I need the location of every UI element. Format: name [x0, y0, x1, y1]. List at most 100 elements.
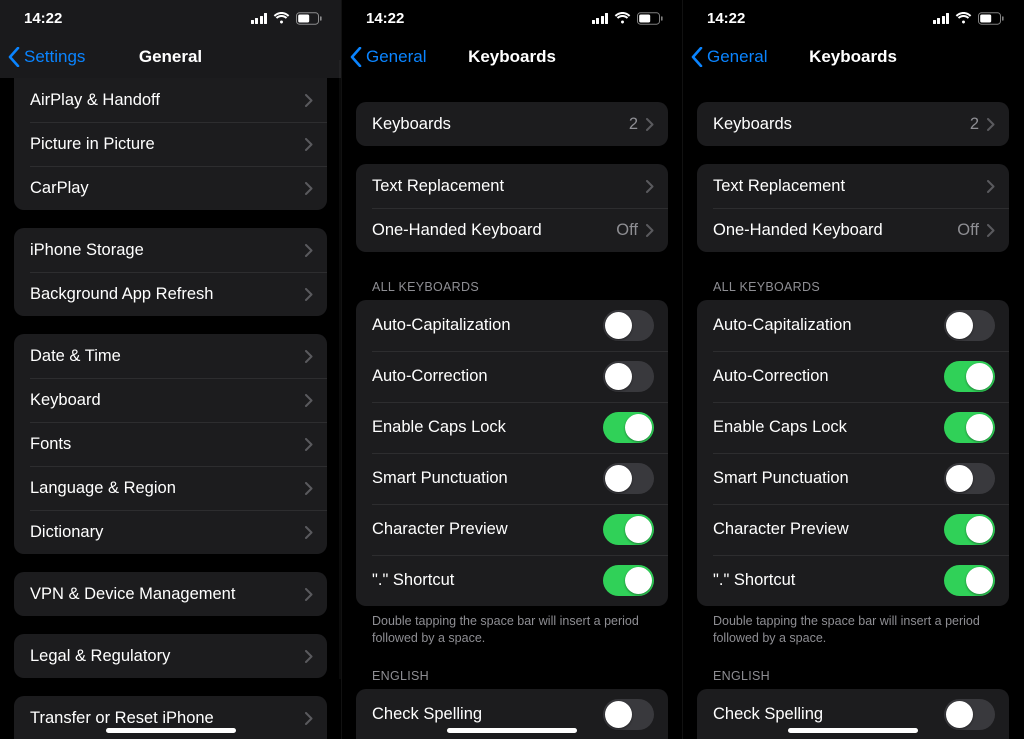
status-bar: 14:22: [683, 0, 1023, 36]
status-icons: [933, 12, 1006, 25]
battery-icon: [637, 12, 664, 25]
screenshot-keyboards-on: 14:22 General Keyboards Keyboards2Text R…: [682, 0, 1023, 739]
toggle-check-spelling[interactable]: [603, 699, 654, 730]
row-label: AirPlay & Handoff: [30, 91, 305, 110]
battery-icon: [296, 12, 323, 25]
back-button[interactable]: General: [691, 36, 767, 78]
row-one-handed-keyboard[interactable]: One-Handed KeyboardOff: [356, 208, 668, 252]
row-label: Auto-Correction: [713, 367, 944, 386]
back-button[interactable]: General: [350, 36, 426, 78]
home-indicator[interactable]: [106, 728, 236, 733]
navbar: General Keyboards: [342, 36, 682, 78]
row-detail: Off: [616, 221, 638, 240]
status-icons: [251, 12, 324, 25]
settings-group: Auto-CapitalizationAuto-CorrectionEnable…: [697, 300, 1009, 606]
toggle-enable-caps-lock[interactable]: [603, 412, 654, 443]
chevron-right-icon: [987, 180, 995, 193]
toggle-shortcut[interactable]: [944, 565, 995, 596]
chevron-right-icon: [305, 394, 313, 407]
row-carplay[interactable]: CarPlay: [14, 166, 327, 210]
row-keyboards[interactable]: Keyboards2: [697, 102, 1009, 146]
settings-group: Text ReplacementOne-Handed KeyboardOff: [356, 164, 668, 252]
chevron-left-icon: [8, 47, 20, 67]
chevron-right-icon: [646, 118, 654, 131]
row-dictionary[interactable]: Dictionary: [14, 510, 327, 554]
row-label: Auto-Correction: [372, 367, 603, 386]
row-enable-caps-lock: Enable Caps Lock: [356, 402, 668, 453]
chevron-right-icon: [305, 350, 313, 363]
settings-group: Keyboards2: [356, 102, 668, 146]
row-label: Enable Caps Lock: [372, 418, 603, 437]
row-keyboards[interactable]: Keyboards2: [356, 102, 668, 146]
navbar: Settings General: [0, 36, 341, 78]
row-auto-capitalization: Auto-Capitalization: [356, 300, 668, 351]
toggle-auto-correction[interactable]: [944, 361, 995, 392]
toggle-character-preview[interactable]: [603, 514, 654, 545]
chevron-right-icon: [305, 244, 313, 257]
toggle-auto-correction[interactable]: [603, 361, 654, 392]
status-time: 14:22: [366, 10, 404, 27]
row-language-region[interactable]: Language & Region: [14, 466, 327, 510]
toggle-auto-capitalization[interactable]: [944, 310, 995, 341]
section-header-all-keyboards: ALL KEYBOARDS: [713, 280, 1009, 294]
row-date-time[interactable]: Date & Time: [14, 334, 327, 378]
toggle-enable-caps-lock[interactable]: [944, 412, 995, 443]
settings-group: Date & Time Keyboard Fonts Language & Regio…: [14, 334, 327, 554]
toggle-auto-capitalization[interactable]: [603, 310, 654, 341]
row-smart-punctuation: Smart Punctuation: [697, 453, 1009, 504]
row-label: Check Spelling: [713, 705, 944, 724]
settings-group: Text ReplacementOne-Handed KeyboardOff: [697, 164, 1009, 252]
scroll-area[interactable]: Keyboards2Text ReplacementOne-Handed Key…: [342, 78, 682, 739]
toggle-shortcut[interactable]: [603, 565, 654, 596]
row-background-app-refresh[interactable]: Background App Refresh: [14, 272, 327, 316]
toggle-character-preview[interactable]: [944, 514, 995, 545]
row-label: One-Handed Keyboard: [372, 221, 616, 240]
row-label: Smart Punctuation: [713, 469, 944, 488]
row-picture-in-picture[interactable]: Picture in Picture: [14, 122, 327, 166]
row-airplay-handoff[interactable]: AirPlay & Handoff: [14, 78, 327, 122]
row-label: Picture in Picture: [30, 135, 305, 154]
scroll-area[interactable]: AirPlay & Handoff Picture in Picture CarPl…: [0, 78, 341, 739]
row-label: "." Shortcut: [713, 571, 944, 590]
back-label: Settings: [24, 47, 85, 67]
row-label: Dictionary: [30, 523, 305, 542]
status-bar: 14:22: [342, 0, 682, 36]
settings-group: Auto-Capitalization Auto-Correction Enable…: [356, 300, 668, 606]
row-label: Keyboard: [30, 391, 305, 410]
row-label: Language & Region: [30, 479, 305, 498]
page-title: General: [139, 47, 202, 67]
row-vpn-device-management[interactable]: VPN & Device Management: [14, 572, 327, 616]
page-title: Keyboards: [468, 47, 556, 67]
row-legal-regulatory[interactable]: Legal & Regulatory: [14, 634, 327, 678]
chevron-left-icon: [350, 47, 362, 67]
toggle-check-spelling[interactable]: [944, 699, 995, 730]
row-one-handed-keyboard[interactable]: One-Handed KeyboardOff: [697, 208, 1009, 252]
section-header-all-keyboards: ALL KEYBOARDS: [372, 280, 668, 294]
status-icons: [592, 12, 665, 25]
settings-group: Legal & Regulatory: [14, 634, 327, 678]
toggle-smart-punctuation[interactable]: [944, 463, 995, 494]
row-label: Smart Punctuation: [372, 469, 603, 488]
back-button[interactable]: Settings: [8, 36, 85, 78]
row-auto-correction: Auto-Correction: [356, 351, 668, 402]
chevron-right-icon: [987, 118, 995, 131]
scroll-area[interactable]: Keyboards2 Text ReplacementOne-Handed Key…: [683, 78, 1023, 739]
row-detail: 2: [970, 115, 979, 134]
row-text-replacement[interactable]: Text Replacement: [697, 164, 1009, 208]
row-keyboard[interactable]: Keyboard: [14, 378, 327, 422]
row-iphone-storage[interactable]: iPhone Storage: [14, 228, 327, 272]
row-fonts[interactable]: Fonts: [14, 422, 327, 466]
toggle-smart-punctuation[interactable]: [603, 463, 654, 494]
row-label: Transfer or Reset iPhone: [30, 709, 305, 728]
back-label: General: [707, 47, 767, 67]
home-indicator[interactable]: [788, 728, 918, 733]
section-footer: Double tapping the space bar will insert…: [713, 613, 1009, 647]
home-indicator[interactable]: [447, 728, 577, 733]
row-label: Background App Refresh: [30, 285, 305, 304]
chevron-right-icon: [305, 94, 313, 107]
row-label: Fonts: [30, 435, 305, 454]
settings-group: VPN & Device Management: [14, 572, 327, 616]
wifi-icon: [955, 12, 972, 24]
row-text-replacement[interactable]: Text Replacement: [356, 164, 668, 208]
chevron-right-icon: [305, 526, 313, 539]
